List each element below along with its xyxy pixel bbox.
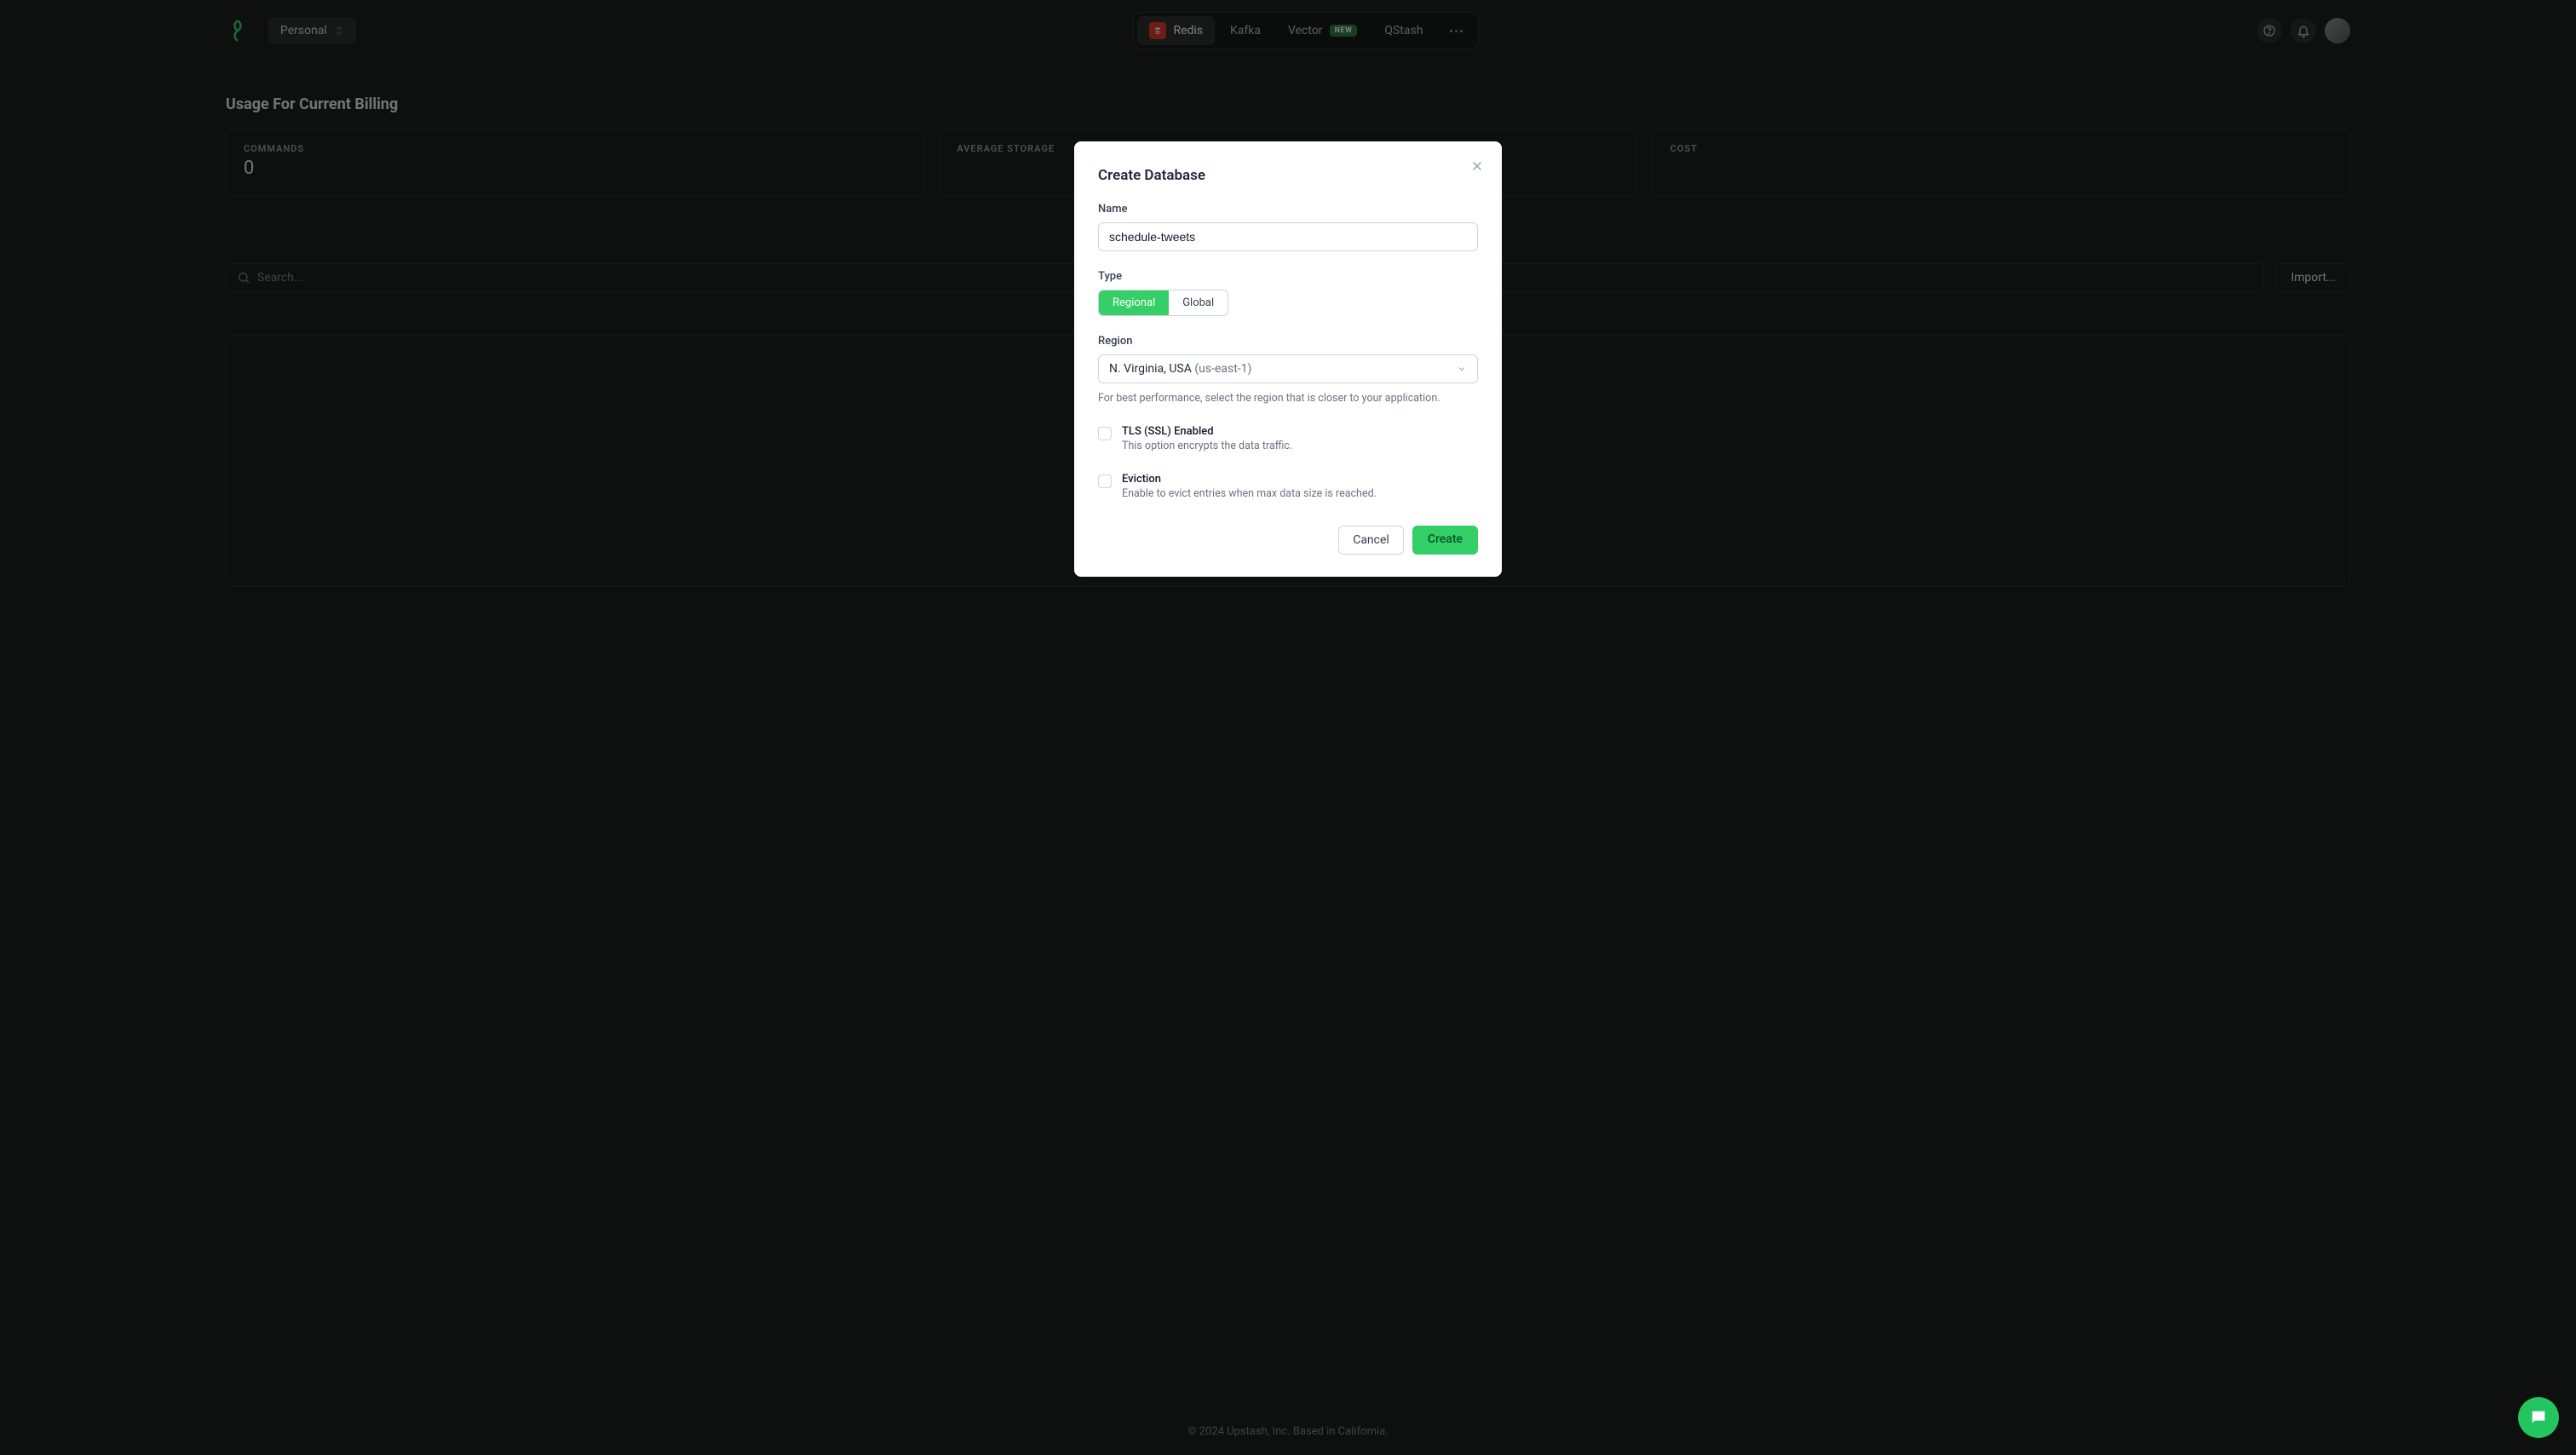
type-label: Type (1098, 270, 1478, 283)
name-label: Name (1098, 203, 1478, 216)
tls-desc: This option encrypts the data traffic. (1122, 440, 1292, 452)
region-select[interactable]: N. Virginia, USA (us-east-1) (1098, 354, 1478, 383)
eviction-checkbox[interactable] (1098, 474, 1112, 488)
region-label: Region (1098, 335, 1478, 348)
chat-icon (2529, 1408, 2548, 1427)
tls-title: TLS (SSL) Enabled (1122, 425, 1292, 438)
tls-checkbox[interactable] (1098, 427, 1112, 440)
close-button[interactable] (1469, 158, 1485, 177)
create-button[interactable]: Create (1412, 526, 1478, 555)
type-regional[interactable]: Regional (1099, 290, 1169, 315)
cancel-button[interactable]: Cancel (1338, 526, 1404, 555)
name-input[interactable] (1098, 222, 1478, 251)
eviction-desc: Enable to evict entries when max data si… (1122, 487, 1377, 500)
close-icon (1469, 158, 1485, 174)
type-global[interactable]: Global (1169, 290, 1228, 315)
modal-title: Create Database (1098, 167, 1478, 184)
type-segmented: Regional Global (1098, 290, 1228, 316)
chat-fab[interactable] (2518, 1397, 2559, 1438)
region-helper: For best performance, select the region … (1098, 392, 1478, 405)
chevron-down-icon (1457, 364, 1467, 374)
create-database-modal: Create Database Name Type Regional Globa… (1074, 141, 1502, 577)
region-value: N. Virginia, USA (us-east-1) (1109, 362, 1251, 376)
eviction-title: Eviction (1122, 473, 1377, 486)
